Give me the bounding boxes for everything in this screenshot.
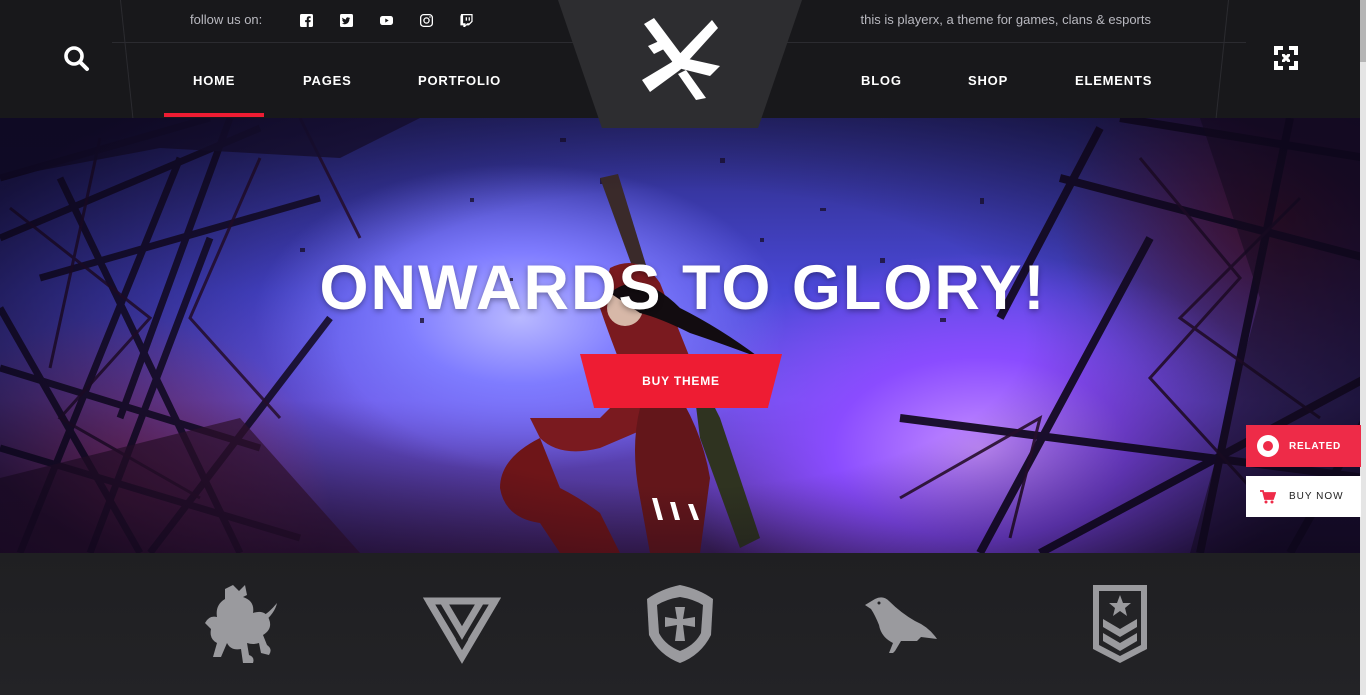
hero-vignette (0, 118, 1366, 553)
scroll-down-icon[interactable] (650, 496, 706, 524)
clan-logos-bar (0, 553, 1366, 695)
related-icon (1257, 435, 1279, 457)
header-divider-right (1215, 0, 1229, 118)
instagram-icon[interactable] (420, 12, 460, 28)
cross-shield-icon[interactable] (640, 581, 720, 667)
twitter-icon[interactable] (340, 12, 380, 28)
buy-theme-button[interactable]: BUY THEME (580, 354, 782, 408)
lion-crest-icon[interactable] (202, 581, 282, 667)
hero-banner: ONWARDS TO GLORY! BUY THEME (0, 118, 1366, 553)
chevron-badge-icon[interactable] (1080, 581, 1160, 667)
related-button[interactable]: RELATED (1246, 425, 1361, 467)
social-links (300, 12, 500, 28)
side-menu-icon[interactable] (1272, 44, 1300, 72)
search-icon[interactable] (62, 44, 90, 72)
hero-title: ONWARDS TO GLORY! (319, 253, 1047, 323)
nav-portfolio[interactable]: PORTFOLIO (418, 73, 501, 88)
buy-now-button[interactable]: BUY NOW (1246, 476, 1361, 517)
nav-elements[interactable]: ELEMENTS (1075, 73, 1152, 88)
triangle-knot-icon[interactable] (422, 581, 502, 667)
buy-now-label: BUY NOW (1289, 491, 1344, 502)
playerx-logo-icon (642, 18, 720, 100)
nav-pages[interactable]: PAGES (303, 73, 352, 88)
related-label: RELATED (1289, 440, 1342, 452)
page-scrollbar[interactable] (1360, 0, 1366, 695)
nav-active-indicator (164, 113, 264, 117)
buy-theme-label: BUY THEME (642, 374, 720, 388)
nav-shop[interactable]: SHOP (968, 73, 1008, 88)
header-divider-left (120, 0, 134, 118)
nav-home[interactable]: HOME (193, 73, 235, 88)
nav-blog[interactable]: BLOG (861, 73, 902, 88)
follow-us-label: follow us on: (190, 12, 263, 27)
cart-icon (1260, 489, 1276, 503)
scrollbar-thumb[interactable] (1360, 0, 1366, 62)
facebook-icon[interactable] (300, 12, 340, 28)
youtube-icon[interactable] (380, 12, 420, 28)
site-tagline: this is playerx, a theme for games, clan… (860, 12, 1151, 27)
twitch-icon[interactable] (460, 12, 500, 28)
raven-icon[interactable] (860, 581, 940, 667)
site-logo[interactable] (558, 0, 802, 128)
